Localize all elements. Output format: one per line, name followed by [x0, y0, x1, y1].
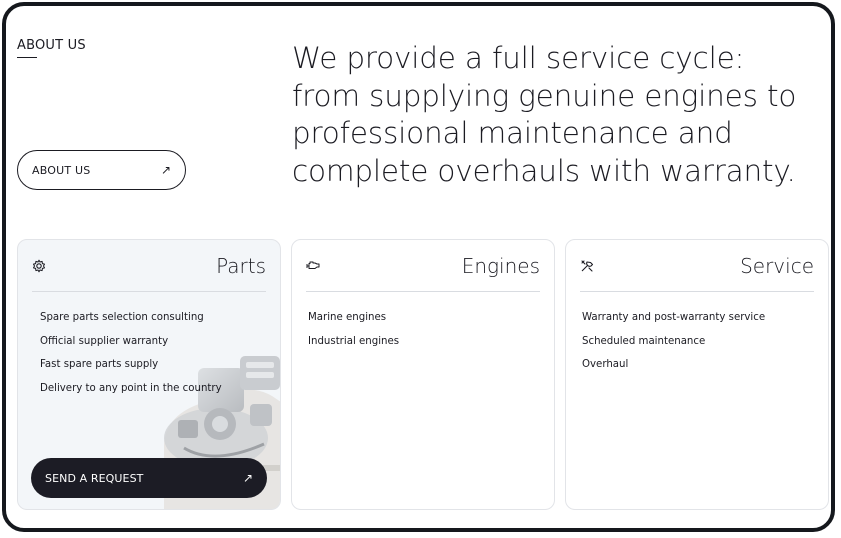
divider [306, 291, 540, 292]
tools-icon [580, 258, 594, 272]
gear-icon [32, 258, 46, 273]
section-label-underline [17, 57, 37, 58]
service-list: Warranty and post-warranty service Sched… [582, 306, 765, 377]
send-request-label: SEND A REQUEST [45, 471, 144, 485]
engines-list: Marine engines Industrial engines [308, 306, 399, 353]
service-card: Service Warranty and post-warranty servi… [565, 239, 829, 510]
list-item: Warranty and post-warranty service [582, 312, 766, 323]
send-request-button[interactable]: SEND A REQUEST ↗ [31, 458, 267, 498]
page-frame: ABOUT US ABOUT US ↗ We provide a full se… [2, 2, 835, 532]
card-title-parts: Parts [216, 254, 266, 278]
about-us-button-label: ABOUT US [32, 163, 91, 177]
list-item: Overhaul [582, 359, 629, 371]
list-item: Marine engines [308, 312, 387, 323]
list-item: Fast spare parts supply [40, 359, 159, 371]
headline-line: complete overhauls with warranty. [292, 153, 796, 188]
section-label: ABOUT US [17, 38, 86, 53]
parts-list: Spare parts selection consulting Officia… [40, 306, 222, 400]
divider [32, 291, 266, 292]
arrow-up-right-icon: ↗ [160, 163, 171, 177]
card-title-engines: Engines [461, 254, 540, 278]
divider [580, 291, 814, 292]
list-item: Scheduled maintenance [582, 335, 706, 347]
arrow-up-right-icon: ↗ [242, 471, 253, 485]
engine-icon [306, 258, 320, 272]
about-us-button[interactable]: ABOUT US ↗ [17, 150, 186, 190]
headline: We provide a full service cycle: from su… [292, 40, 812, 190]
card-title-service: Service [740, 254, 814, 278]
headline-line: We provide a full service cycle: [292, 41, 745, 75]
list-item: Spare parts selection consulting [40, 312, 204, 323]
list-item: Delivery to any point in the country [40, 382, 222, 394]
list-item: Official supplier warranty [40, 335, 169, 347]
list-item: Industrial engines [308, 335, 400, 347]
engines-card: Engines Marine engines Industrial engine… [291, 239, 555, 510]
parts-card: Parts Spare parts selection consulting O… [17, 239, 281, 510]
headline-line: professional maintenance and [292, 116, 733, 150]
headline-line: from supplying genuine engines to [292, 78, 797, 113]
